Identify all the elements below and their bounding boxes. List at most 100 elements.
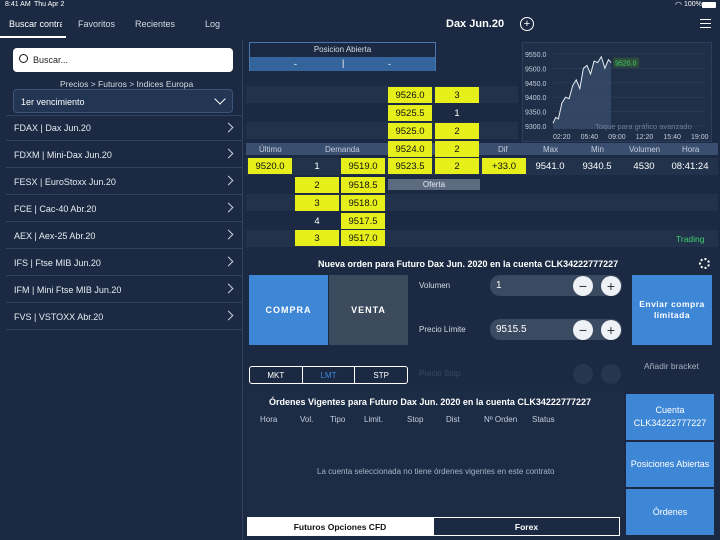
contract-label: IFM | Mini Ftse MIB Jun.20 xyxy=(14,284,122,295)
contract-item-fce[interactable]: FCE | Cac-40 Abr.20 xyxy=(6,196,242,222)
bid-qty[interactable]: 2 xyxy=(295,177,339,193)
page-title: Dax Jun.20 xyxy=(446,18,505,30)
header-min: Min xyxy=(591,145,604,154)
orders-empty-message: La cuenta seleccionada no tiene órdenes … xyxy=(317,467,555,476)
breadcrumb[interactable]: Precios > Futuros > Indices Europa xyxy=(60,79,193,89)
search-icon xyxy=(19,54,28,63)
ask-price[interactable]: 9526.0 xyxy=(388,87,432,103)
contract-item-fvs[interactable]: FVS | VSTOXX Abr.20 xyxy=(6,304,242,330)
account-button-label: Cuenta CLK34222777227 xyxy=(633,405,707,428)
price-increase-button[interactable]: + xyxy=(601,320,621,340)
battery-percent: 100% xyxy=(684,1,702,8)
bid-price[interactable]: 9518.0 xyxy=(341,195,385,211)
add-icon[interactable]: + xyxy=(520,17,534,31)
ask-price[interactable]: 9525.0 xyxy=(388,123,432,139)
orders-col: Stop xyxy=(407,415,424,424)
order-type-stp[interactable]: STP xyxy=(355,367,407,383)
chevron-right-icon xyxy=(223,229,234,240)
stop-increase-button xyxy=(601,364,621,384)
contract-item-fdax[interactable]: FDAX | Dax Jun.20 xyxy=(6,115,242,141)
y-tick-label: 9400.0 xyxy=(525,95,547,102)
contract-item-fesx[interactable]: FESX | EuroStoxx Jun.20 xyxy=(6,169,242,195)
volume-value: 4530 xyxy=(633,160,655,172)
orders-title: Órdenes Vigentes para Futuro Dax Jun. 20… xyxy=(269,397,591,407)
last-price[interactable]: 9520.0 xyxy=(248,158,292,174)
chevron-right-icon xyxy=(223,148,234,159)
orders-col: Dist xyxy=(446,415,460,424)
ask-qty[interactable]: 2 xyxy=(435,158,479,174)
order-type-group: MKT LMT STP xyxy=(249,366,408,384)
bid-qty[interactable]: 3 xyxy=(295,230,339,246)
volume-decrease-button[interactable]: − xyxy=(573,276,593,296)
order-type-mkt[interactable]: MKT xyxy=(250,367,303,383)
gear-icon[interactable] xyxy=(699,258,710,269)
position-panel: Posicion Abierta - | - xyxy=(249,42,436,71)
ask-qty[interactable]: 2 xyxy=(435,141,479,157)
contract-label: FVS | VSTOXX Abr.20 xyxy=(14,311,104,322)
contract-item-aex[interactable]: AEX | Aex-25 Abr.20 xyxy=(6,223,242,249)
chevron-down-icon xyxy=(214,93,226,105)
bid-price[interactable]: 9517.5 xyxy=(341,213,385,229)
header-ultimo: Último xyxy=(259,145,282,154)
bid-price[interactable]: 9518.5 xyxy=(341,177,385,193)
menu-icon[interactable] xyxy=(700,19,711,28)
search-input[interactable]: Buscar... xyxy=(33,55,68,65)
tab-log[interactable]: Log xyxy=(205,19,220,29)
tab-recientes[interactable]: Recientes xyxy=(135,19,175,29)
bid-qty[interactable]: 3 xyxy=(295,195,339,211)
sell-button[interactable]: VENTA xyxy=(329,275,408,345)
chevron-right-icon xyxy=(223,202,234,213)
position-right: - xyxy=(388,59,391,69)
expiry-select-value: 1er vencimiento xyxy=(21,97,85,107)
x-tick-label: 05:40 xyxy=(581,134,599,141)
header-max: Max xyxy=(543,145,559,154)
price-decrease-button[interactable]: − xyxy=(573,320,593,340)
tab-futuros-opciones-cfd[interactable]: Futuros Opciones CFD xyxy=(247,517,433,536)
chevron-right-icon xyxy=(223,175,234,186)
volume-increase-button[interactable]: + xyxy=(601,276,621,296)
contract-item-ifm[interactable]: IFM | Mini Ftse MIB Jun.20 xyxy=(6,277,242,303)
account-button[interactable]: Cuenta CLK34222777227 xyxy=(626,394,714,440)
volume-label: Volumen xyxy=(419,281,451,290)
ask-qty[interactable]: 3 xyxy=(435,87,479,103)
open-positions-label: Posiciones Abiertas xyxy=(630,459,710,469)
open-positions-button[interactable]: Posiciones Abiertas xyxy=(626,442,714,487)
ask-qty[interactable]: 2 xyxy=(435,123,479,139)
mini-chart[interactable]: 9550.0 9500.0 9450.0 9400.0 9350.0 9300.0 02:2… xyxy=(522,42,712,142)
chart-area xyxy=(553,56,612,129)
contract-label: FDAX | Dax Jun.20 xyxy=(14,123,91,133)
orders-button-label: Órdenes xyxy=(652,506,688,517)
chevron-right-icon xyxy=(223,122,234,133)
submit-order-button[interactable]: Enviar compra limitada xyxy=(632,275,712,345)
contract-item-fdxm[interactable]: FDXM | Mini-Dax Jun.20 xyxy=(6,142,242,168)
price-label: Precio Límite xyxy=(419,325,466,334)
orders-col: Nº Orden xyxy=(484,415,518,424)
ask-price[interactable]: 9524.0 xyxy=(388,141,432,157)
max-value: 9541.0 xyxy=(535,160,565,172)
chevron-right-icon xyxy=(223,283,234,294)
search-box[interactable]: Buscar... xyxy=(13,48,233,72)
expiry-select[interactable]: 1er vencimiento xyxy=(13,89,233,113)
order-type-lmt[interactable]: LMT xyxy=(303,367,356,383)
bid-qty[interactable]: 1 xyxy=(295,158,339,174)
trading-status: Trading xyxy=(676,234,705,244)
add-bracket-button[interactable]: Añadir bracket xyxy=(644,361,699,371)
ask-price[interactable]: 9523.5 xyxy=(388,158,432,174)
contract-item-ifs[interactable]: IFS | Ftse MIB Jun.20 xyxy=(6,250,242,276)
tab-buscar[interactable]: Buscar contrat xyxy=(0,12,66,38)
position-left: - xyxy=(294,59,297,69)
tab-favoritos[interactable]: Favoritos xyxy=(78,19,115,29)
buy-button[interactable]: COMPRA xyxy=(249,275,328,345)
orders-panel xyxy=(246,391,624,518)
bid-price[interactable]: 9517.0 xyxy=(341,230,385,246)
bid-price[interactable]: 9519.0 xyxy=(341,158,385,174)
volume-value: 1 xyxy=(496,280,502,291)
y-tick-label: 9450.0 xyxy=(525,81,547,88)
header-dif: Dif xyxy=(498,145,508,154)
order-title: Nueva orden para Futuro Dax Jun. 2020 en… xyxy=(318,259,619,269)
ask-qty[interactable]: 1 xyxy=(435,105,479,121)
bid-qty[interactable]: 4 xyxy=(295,213,339,229)
tab-forex[interactable]: Forex xyxy=(433,517,620,536)
orders-button[interactable]: Órdenes xyxy=(626,489,714,535)
ask-price[interactable]: 9525.5 xyxy=(388,105,432,121)
